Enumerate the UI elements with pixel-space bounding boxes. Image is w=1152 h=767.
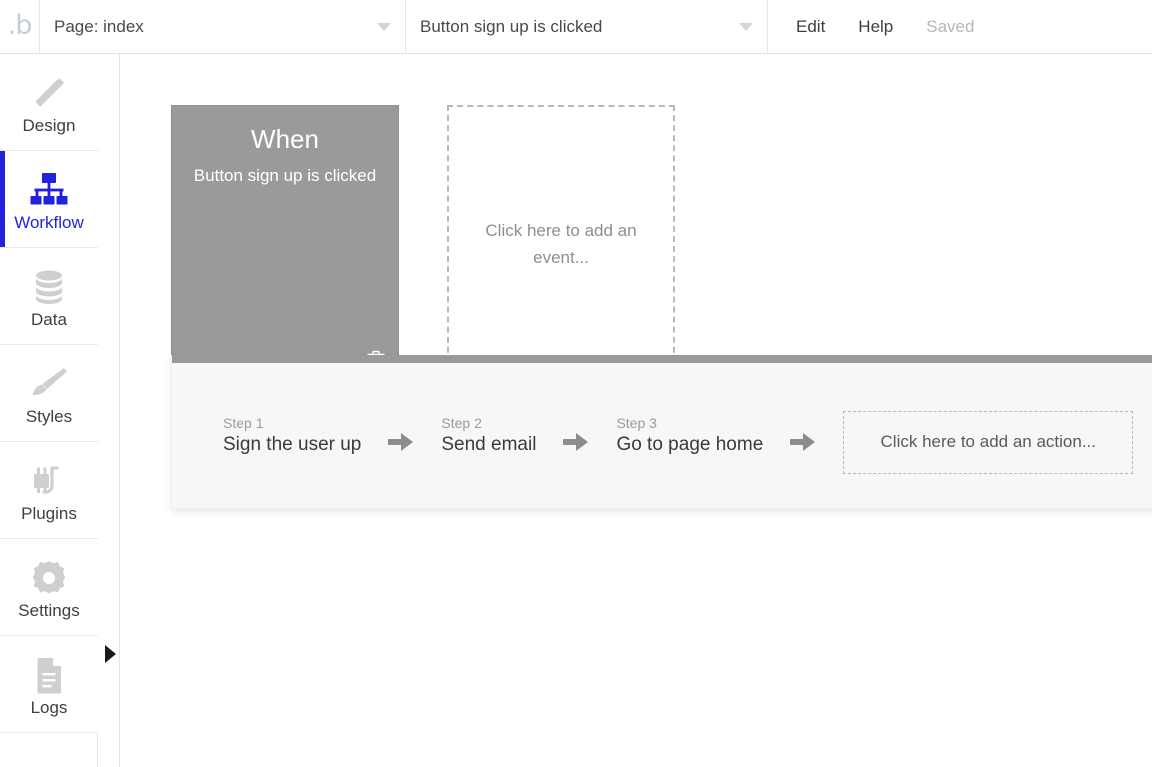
action-step-2[interactable]: Step 2 Send email: [441, 414, 536, 458]
sidebar-item-logs[interactable]: Logs: [0, 636, 98, 733]
event-selector-label: Button sign up is clicked: [420, 16, 603, 36]
expand-panel-arrow-icon[interactable]: [105, 645, 116, 663]
action-step-1[interactable]: Step 1 Sign the user up: [223, 414, 361, 458]
chevron-down-icon: [377, 22, 391, 31]
styles-icon: [28, 362, 70, 406]
arrow-right-icon: [388, 419, 414, 453]
left-sidebar: Design Workflow Data Styles Plugins Sett…: [0, 54, 98, 767]
sidebar-item-settings[interactable]: Settings: [0, 539, 98, 636]
chevron-down-icon: [739, 22, 753, 31]
save-status-label: Saved: [926, 16, 975, 36]
bubble-logo-icon: .b: [7, 9, 33, 41]
logs-icon: [29, 653, 69, 697]
bubble-logo[interactable]: .b: [0, 0, 40, 53]
data-icon: [29, 265, 69, 309]
header-actions: Edit Help Saved: [768, 0, 974, 53]
sidebar-item-label: Plugins: [21, 503, 77, 523]
sidebar-item-data[interactable]: Data: [0, 248, 98, 345]
step-number: Step 3: [616, 415, 657, 432]
add-action-placeholder[interactable]: Click here to add an action...: [843, 410, 1134, 474]
sidebar-item-label: Design: [22, 115, 76, 135]
step-name: Go to page home: [616, 434, 764, 456]
step-name: Send email: [441, 434, 537, 456]
bubble-editor-window: .b Page: index Button sign up is clicked…: [0, 0, 1152, 767]
workflow-icon: [28, 168, 70, 212]
workflow-canvas: When Button sign up is clicked Click her…: [121, 54, 1152, 767]
sidebar-item-label: Workflow: [14, 212, 84, 232]
edit-menu-button[interactable]: Edit: [796, 17, 825, 37]
help-menu-button[interactable]: Help: [858, 17, 893, 37]
arrow-right-icon: [563, 419, 589, 453]
step-name: Sign the user up: [223, 434, 362, 456]
sidebar-item-workflow[interactable]: Workflow: [0, 151, 98, 248]
actions-step-list: Step 1 Sign the user up Step 2 Send emai…: [172, 363, 1152, 509]
event-card-subtitle: Button sign up is clicked: [193, 166, 377, 186]
event-card-title: When: [251, 124, 319, 154]
action-step-3[interactable]: Step 3 Go to page home: [616, 414, 763, 458]
actions-panel-topbar: [172, 355, 1152, 363]
sidebar-item-label: Settings: [18, 600, 80, 620]
page-selector[interactable]: Page: index: [40, 0, 406, 53]
actions-panel: Step 1 Sign the user up Step 2 Send emai…: [171, 342, 1152, 509]
sidebar-item-styles[interactable]: Styles: [0, 345, 98, 442]
event-selector[interactable]: Button sign up is clicked: [406, 0, 768, 53]
add-action-placeholder-label: Click here to add an action...: [880, 432, 1096, 451]
sidebar-item-design[interactable]: Design: [0, 54, 98, 151]
sidebar-item-label: Data: [31, 309, 67, 329]
sidebar-item-label: Styles: [25, 406, 73, 426]
step-number: Step 1: [223, 415, 264, 432]
sidebar-item-plugins[interactable]: Plugins: [0, 442, 98, 539]
design-icon: [28, 71, 70, 115]
top-header-bar: .b Page: index Button sign up is clicked…: [0, 0, 1152, 54]
page-selector-label: Page: index: [54, 16, 144, 36]
sidebar-item-label: Logs: [30, 697, 68, 717]
step-number: Step 2: [441, 415, 482, 432]
add-event-placeholder-label: Click here to add an event...: [485, 220, 637, 267]
add-event-placeholder[interactable]: Click here to add an event...: [447, 105, 675, 383]
plugins-icon: [28, 459, 70, 503]
arrow-right-icon: [790, 419, 816, 453]
settings-icon: [29, 556, 69, 600]
actions-panel-pointer-icon: [281, 342, 313, 355]
